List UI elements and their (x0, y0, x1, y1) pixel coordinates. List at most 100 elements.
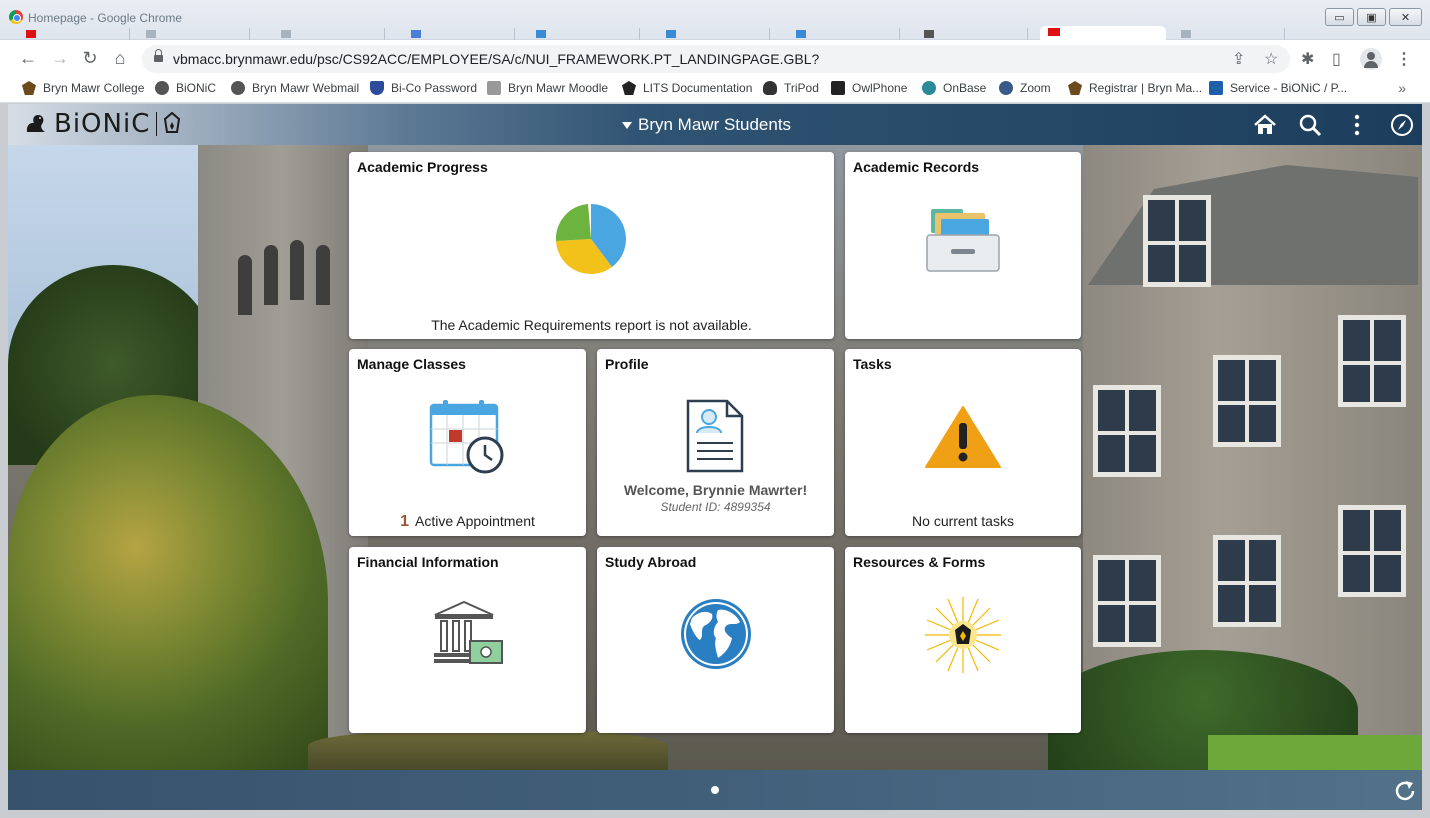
browser-tab[interactable] (405, 28, 515, 40)
reload-button[interactable]: ↻ (80, 48, 100, 68)
bookmark-webmail[interactable]: Bryn Mawr Webmail (231, 81, 359, 95)
bookmark-label: Bryn Mawr Webmail (252, 81, 360, 95)
browser-tab[interactable] (530, 28, 640, 40)
browser-tab[interactable] (660, 28, 770, 40)
profile-avatar-icon[interactable] (1360, 48, 1382, 70)
home-icon[interactable] (1252, 112, 1278, 138)
bookmark-owlphone[interactable]: OwlPhone (831, 81, 907, 95)
home-button[interactable]: ⌂ (110, 48, 130, 68)
building-window (1143, 195, 1211, 287)
tile-profile[interactable]: Profile Welcome, Brynnie Mawrter! Studen… (597, 349, 834, 536)
chrome-logo-icon (9, 10, 23, 24)
browser-tab[interactable] (918, 28, 1028, 40)
phone-icon (831, 81, 845, 95)
lawn (1208, 735, 1422, 770)
compass-icon[interactable] (1389, 112, 1415, 138)
bookmark-star-icon[interactable]: ☆ (1264, 49, 1278, 69)
calendar-clock-icon (429, 400, 504, 474)
building-window (1338, 505, 1406, 597)
browser-tab[interactable] (140, 28, 250, 40)
bookmark-moodle[interactable]: Bryn Mawr Moodle (487, 81, 608, 95)
tile-manage-classes[interactable]: Manage Classes 1 Active Appointment (349, 349, 586, 536)
lantern-burst-icon (925, 597, 1001, 673)
tile-title: Academic Records (853, 159, 980, 175)
browser-menu-icon[interactable]: ⋮ (1396, 49, 1412, 69)
bionic-logo[interactable]: BiONiC (24, 111, 181, 137)
url-text[interactable]: vbmacc.brynmawr.edu/psc/CS92ACC/EMPLOYEE… (173, 51, 819, 67)
browser-tab[interactable] (275, 28, 385, 40)
tile-title: Profile (605, 356, 649, 372)
bookmark-bico-password[interactable]: Bi-Co Password (370, 81, 477, 95)
window-title: Homepage - Google Chrome (28, 11, 183, 25)
squirrel-icon (26, 115, 45, 132)
back-button[interactable]: ← (18, 48, 38, 68)
building-window (1093, 385, 1161, 477)
side-panel-icon[interactable]: ▯ (1332, 49, 1341, 69)
browser-tab[interactable] (1175, 28, 1285, 40)
bookmark-service-bionic[interactable]: Service - BiONiC / P... (1209, 81, 1347, 95)
bookmark-zoom[interactable]: Zoom (999, 81, 1051, 95)
minimize-button[interactable]: ▭ (1325, 8, 1354, 26)
lantern-icon (1068, 81, 1082, 95)
globe-icon (155, 81, 169, 95)
homepage-selector[interactable]: Bryn Mawr Students (622, 115, 791, 135)
forward-button[interactable]: → (50, 48, 70, 68)
tile-title: Manage Classes (357, 356, 466, 372)
browser-tab[interactable] (790, 28, 900, 40)
bookmark-tripod[interactable]: TriPod (763, 81, 819, 95)
header-title: Bryn Mawr Students (638, 115, 792, 134)
bookmark-onbase[interactable]: OnBase (922, 81, 986, 95)
td-icon (1209, 81, 1223, 95)
close-button[interactable]: ✕ (1389, 8, 1422, 26)
bookmark-bryn-mawr-college[interactable]: Bryn Mawr College (22, 81, 144, 95)
page-footer-bar (8, 770, 1422, 810)
search-icon[interactable] (1297, 112, 1323, 138)
more-bookmarks-icon[interactable]: » (1398, 80, 1406, 96)
globe-icon (922, 81, 936, 95)
tile-title: Resources & Forms (853, 554, 986, 570)
caret-down-icon (622, 121, 632, 129)
logo-text: BiONiC (54, 109, 151, 139)
bookmark-label: Bi-Co Password (391, 81, 478, 95)
browser-tab-active[interactable] (1040, 26, 1166, 40)
page-indicator-dot[interactable] (711, 786, 719, 794)
tile-title: Financial Information (357, 554, 499, 570)
building-window (1338, 315, 1406, 407)
share-icon[interactable]: ⇪ (1232, 49, 1245, 69)
file-cabinet-icon (926, 209, 1000, 272)
tile-financial-information[interactable]: Financial Information (349, 547, 586, 733)
extensions-icon[interactable]: ✱ (1301, 49, 1314, 69)
appointment-count: 1 (400, 513, 410, 530)
browser-toolbar: ← → ↻ ⌂ vbmacc.brynmawr.edu/psc/CS92ACC/… (0, 40, 1430, 76)
maximize-button[interactable]: ▣ (1357, 8, 1386, 26)
globe-icon (231, 81, 245, 95)
browser-tab[interactable] (20, 28, 130, 40)
bookmark-label: Bryn Mawr Moodle (508, 81, 609, 95)
tile-academic-progress[interactable]: Academic Progress The Academic Requireme… (349, 152, 834, 339)
owl-icon (763, 81, 777, 95)
refresh-icon[interactable] (1392, 778, 1418, 804)
bookmark-lits-documentation[interactable]: LITS Documentation (622, 81, 752, 95)
bank-money-icon (434, 600, 503, 664)
tile-tasks[interactable]: Tasks No current tasks (845, 349, 1081, 536)
tile-study-abroad[interactable]: Study Abroad (597, 547, 834, 733)
lantern-icon (164, 112, 181, 133)
building-window (1093, 555, 1161, 647)
student-id: Student ID: 4899354 (660, 500, 771, 514)
address-bar[interactable]: vbmacc.brynmawr.edu/psc/CS92ACC/EMPLOYEE… (142, 45, 1290, 73)
actions-menu-icon[interactable] (1344, 112, 1370, 138)
bookmark-registrar[interactable]: Registrar | Bryn Ma... (1068, 81, 1202, 95)
app-header: BiONiC Bryn Mawr Students (8, 104, 1422, 145)
lock-icon[interactable] (154, 49, 163, 64)
bookmark-bionic[interactable]: BiONiC (155, 81, 216, 95)
tile-resources-forms[interactable]: Resources & Forms (845, 547, 1081, 733)
lantern-icon (22, 81, 36, 95)
building-window (1213, 535, 1281, 627)
bookmark-label: OnBase (943, 81, 987, 95)
pie-chart-icon (555, 204, 626, 275)
warning-icon (925, 406, 1001, 468)
bookmark-label: OwlPhone (852, 81, 908, 95)
shrubs (308, 730, 668, 770)
globe-icon (681, 599, 751, 669)
tile-academic-records[interactable]: Academic Records (845, 152, 1081, 339)
